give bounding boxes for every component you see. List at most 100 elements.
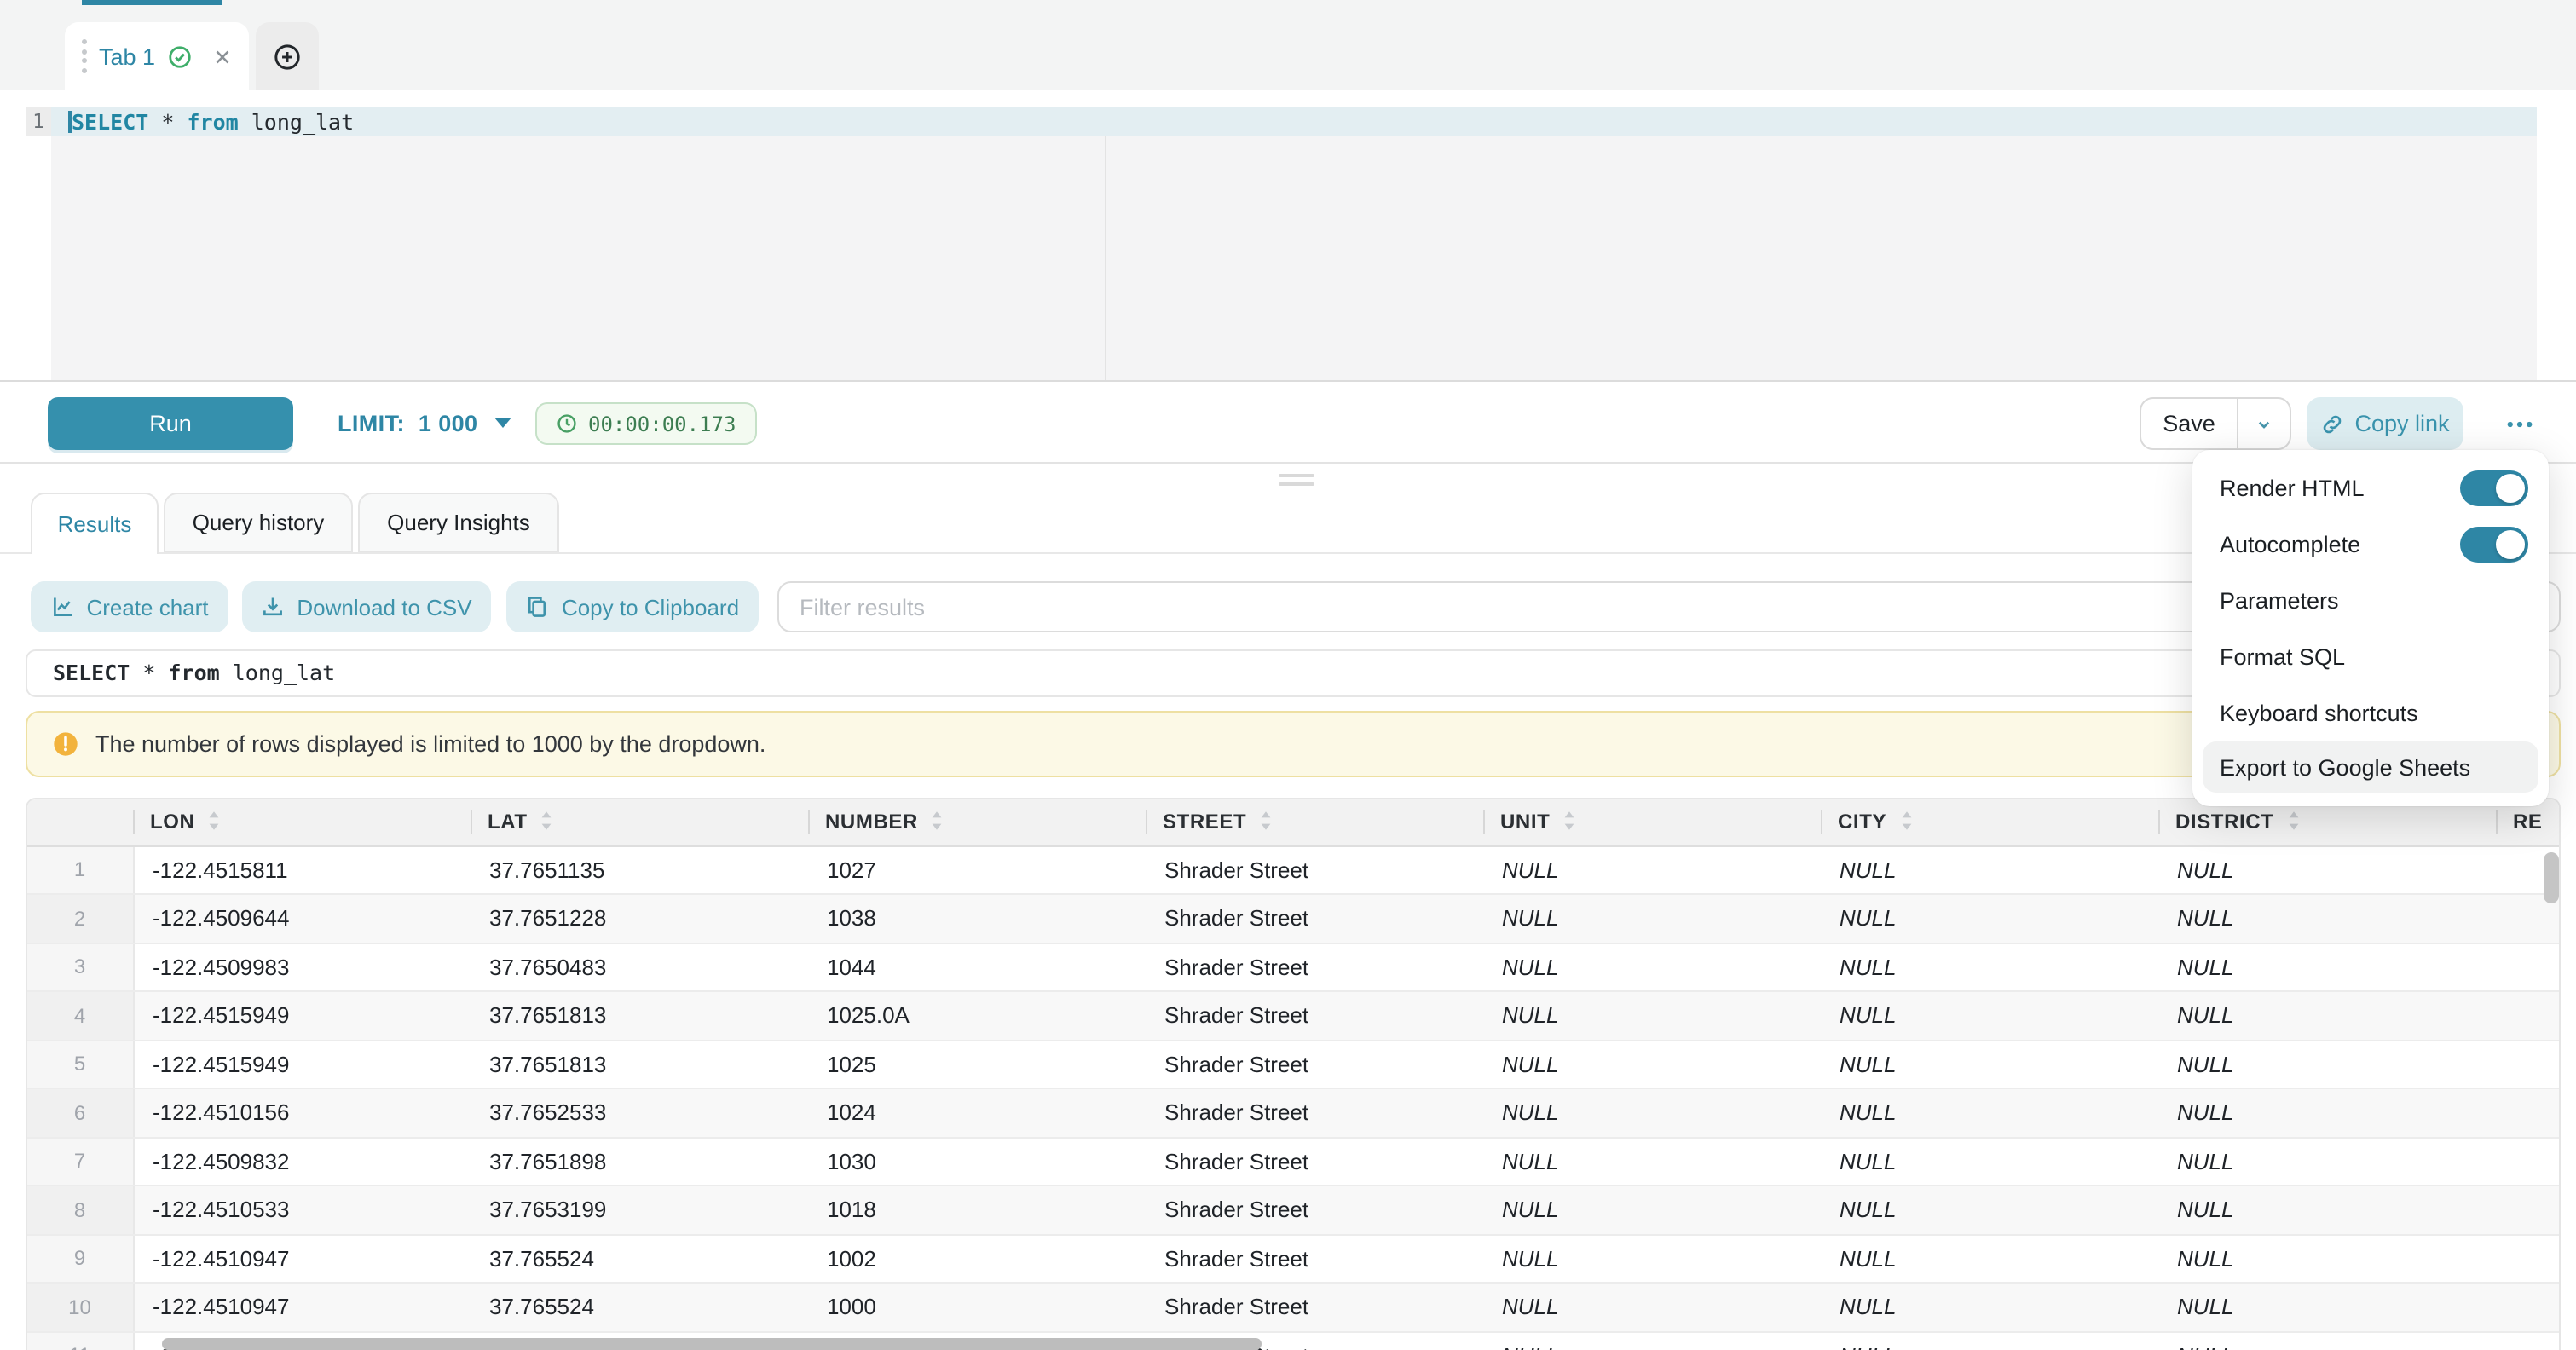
table-cell: NULL xyxy=(1821,1186,2158,1234)
table-row[interactable]: 5-122.451594937.76518131025Shrader Stree… xyxy=(27,1040,2561,1088)
table-cell: NULL xyxy=(1483,943,1821,991)
sql-editor-app: Tab 1 1 SELECT * from long_lat Run LIMIT… xyxy=(0,0,2576,1350)
table-cell: 1018 xyxy=(808,1186,1146,1234)
limit-dropdown[interactable]: LIMIT: 1 000 xyxy=(338,382,512,464)
results-tabs-divider xyxy=(0,552,2576,554)
column-header-unit[interactable]: UNIT xyxy=(1483,799,1821,845)
column-header-truncated[interactable]: RE xyxy=(2496,799,2561,845)
table-cell: 37.7651813 xyxy=(471,1040,808,1088)
column-header-number[interactable]: NUMBER xyxy=(808,799,1146,845)
clock-icon xyxy=(556,412,578,435)
table-cell: 37.765524 xyxy=(471,1283,808,1331)
column-header-district[interactable]: DISTRICT xyxy=(2158,799,2496,845)
table-cell: NULL xyxy=(1821,1283,2158,1331)
table-cell xyxy=(2496,1040,2561,1088)
table-cell: NULL xyxy=(2158,1040,2496,1088)
more-options-button[interactable] xyxy=(2492,397,2547,450)
column-header-lat[interactable]: LAT xyxy=(471,799,808,845)
new-tab-button[interactable] xyxy=(256,22,319,90)
sort-icon xyxy=(1898,812,1914,831)
copy-link-label: Copy link xyxy=(2354,411,2449,436)
sort-icon xyxy=(1258,812,1274,831)
warning-text: The number of rows displayed is limited … xyxy=(95,731,765,757)
table-cell: 37.7651898 xyxy=(471,1137,808,1186)
table-cell: NULL xyxy=(1821,991,2158,1040)
text-cursor xyxy=(68,111,71,133)
line-number: 1 xyxy=(26,107,51,136)
menu-item-keyboard-shortcuts[interactable]: Keyboard shortcuts xyxy=(2192,685,2549,741)
close-tab-icon[interactable] xyxy=(211,45,234,67)
horizontal-scrollbar-thumb[interactable] xyxy=(162,1338,1262,1350)
menu-item-format-sql[interactable]: Format SQL xyxy=(2192,629,2549,685)
copy-link-button[interactable]: Copy link xyxy=(2307,397,2463,450)
sort-icon xyxy=(1562,812,1577,831)
table-cell: NULL xyxy=(1483,991,1821,1040)
sort-icon xyxy=(540,812,555,831)
run-button[interactable]: Run xyxy=(48,397,293,450)
sql-editor[interactable]: 1 SELECT * from long_lat xyxy=(0,90,2576,382)
table-row[interactable]: 4-122.451594937.76518131025.0AShrader St… xyxy=(27,991,2561,1040)
table-cell xyxy=(2496,1283,2561,1331)
table-cell: Shrader Street xyxy=(1146,991,1483,1040)
table-cell: Shrader Street xyxy=(1146,1186,1483,1234)
table-cell: 1038 xyxy=(808,894,1146,943)
table-row[interactable]: 7-122.450983237.76518981030Shrader Stree… xyxy=(27,1137,2561,1186)
editor-empty-area[interactable] xyxy=(51,136,2537,380)
pane-resize-handle[interactable] xyxy=(1279,474,1314,489)
table-cell: 1024 xyxy=(808,1088,1146,1137)
row-number: 6 xyxy=(27,1088,133,1137)
menu-item-export-google-sheets[interactable]: Export to Google Sheets xyxy=(2203,741,2538,793)
table-cell: -122.4515949 xyxy=(133,991,471,1040)
table-cell: -122.4509644 xyxy=(133,894,471,943)
table-cell: Shrader Street xyxy=(1146,1040,1483,1088)
tab-results[interactable]: Results xyxy=(31,493,159,554)
tab-drag-handle-icon[interactable] xyxy=(82,40,87,73)
table-cell: -122.4515811 xyxy=(133,845,471,894)
check-circle-icon xyxy=(167,43,193,69)
table-row[interactable]: 10-122.451094737.7655241000Shrader Stree… xyxy=(27,1283,2561,1331)
autocomplete-toggle[interactable] xyxy=(2460,527,2528,562)
table-cell: NULL xyxy=(2158,991,2496,1040)
table-cell xyxy=(2496,1186,2561,1234)
table-cell: Shrader Street xyxy=(1146,1137,1483,1186)
table-cell xyxy=(2496,1331,2561,1350)
table-cell: NULL xyxy=(2158,1331,2496,1350)
copy-to-clipboard-button[interactable]: Copy to Clipboard xyxy=(506,581,759,632)
table-cell: 1030 xyxy=(808,1137,1146,1186)
table-cell: -122.4510533 xyxy=(133,1186,471,1234)
table-row[interactable]: 3-122.450998337.76504831044Shrader Stree… xyxy=(27,943,2561,991)
limit-label: LIMIT: xyxy=(338,410,405,436)
editor-tab-1[interactable]: Tab 1 xyxy=(65,22,249,90)
editor-active-line[interactable]: SELECT * from long_lat xyxy=(51,107,2537,136)
vertical-scrollbar-thumb[interactable] xyxy=(2544,852,2559,903)
tab-query-history[interactable]: Query history xyxy=(164,493,353,552)
table-cell: 1025.0A xyxy=(808,991,1146,1040)
menu-item-autocomplete[interactable]: Autocomplete xyxy=(2192,516,2549,573)
row-number: 4 xyxy=(27,991,133,1040)
table-row[interactable]: 9-122.451094737.7655241002Shrader Street… xyxy=(27,1234,2561,1283)
table-cell: NULL xyxy=(1821,894,2158,943)
column-header-lon[interactable]: LON xyxy=(133,799,471,845)
column-header-city[interactable]: CITY xyxy=(1821,799,2158,845)
download-csv-button[interactable]: Download to CSV xyxy=(242,581,491,632)
column-header-street[interactable]: STREET xyxy=(1146,799,1483,845)
table-cell: NULL xyxy=(2158,894,2496,943)
table-cell: NULL xyxy=(1821,1088,2158,1137)
query-duration: 00:00:00.173 xyxy=(588,412,736,436)
table-row[interactable]: 1-122.451581137.76511351027Shrader Stree… xyxy=(27,845,2561,894)
save-options-button[interactable] xyxy=(2237,399,2290,448)
menu-item-render-html[interactable]: Render HTML xyxy=(2192,460,2549,516)
table-row[interactable]: 6-122.451015637.76525331024Shrader Stree… xyxy=(27,1088,2561,1137)
table-cell: 1044 xyxy=(808,943,1146,991)
table-row[interactable]: 8-122.451053337.76531991018Shrader Stree… xyxy=(27,1186,2561,1234)
table-cell: NULL xyxy=(2158,1283,2496,1331)
tab-query-insights[interactable]: Query Insights xyxy=(358,493,559,552)
table-cell: -122.4510947 xyxy=(133,1283,471,1331)
table-cell: 37.7651228 xyxy=(471,894,808,943)
row-number: 5 xyxy=(27,1040,133,1088)
menu-item-parameters[interactable]: Parameters xyxy=(2192,573,2549,629)
table-row[interactable]: 2-122.450964437.76512281038Shrader Stree… xyxy=(27,894,2561,943)
save-button[interactable]: Save xyxy=(2141,399,2237,448)
create-chart-button[interactable]: Create chart xyxy=(31,581,228,632)
render-html-toggle[interactable] xyxy=(2460,470,2528,506)
